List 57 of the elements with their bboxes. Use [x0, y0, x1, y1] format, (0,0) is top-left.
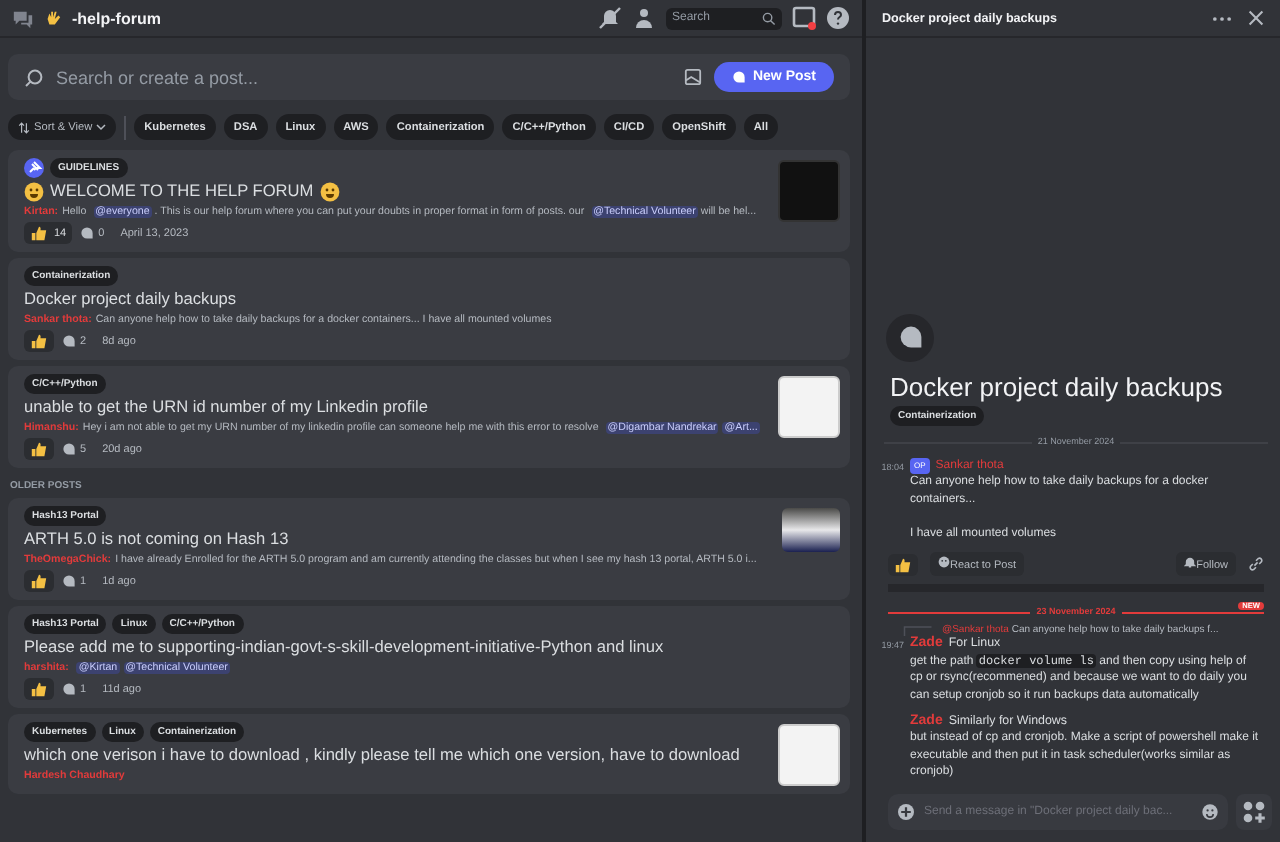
thumbs-up-icon — [30, 680, 48, 698]
post-title: Docker project daily backups — [24, 288, 237, 310]
like-reaction[interactable] — [24, 438, 54, 460]
close-icon[interactable] — [1248, 10, 1264, 26]
caret-icon — [96, 122, 107, 132]
comment-icon — [62, 682, 76, 696]
bell-icon — [1184, 556, 1197, 569]
post-title: unable to get the URN id number of my Linkedin profile — [24, 396, 429, 418]
post-title: Please add me to supporting-indian-govt-s-skill-development-initiative-Python and linux — [24, 636, 664, 658]
help-icon[interactable] — [826, 6, 850, 30]
chat-bubble-icon — [732, 70, 747, 84]
thumbs-up-icon — [30, 572, 48, 590]
forum-icon — [12, 7, 34, 29]
post-title: ARTH 5.0 is not coming on Hash 13 — [24, 528, 289, 550]
inbox-icon[interactable] — [792, 6, 816, 30]
members-icon[interactable] — [632, 6, 656, 30]
screen-thumbnail — [782, 508, 840, 552]
emoji-icon[interactable] — [1202, 804, 1218, 820]
apps-icon[interactable] — [1236, 794, 1272, 830]
comment-icon — [62, 574, 76, 588]
pin-icon — [24, 158, 44, 178]
comment-icon — [62, 334, 76, 348]
channel-name: -help-forum — [72, 9, 161, 27]
like-reaction[interactable] — [24, 678, 54, 700]
link-icon[interactable] — [1248, 556, 1264, 573]
like-reaction[interactable] — [24, 330, 54, 352]
post-title: WELCOME TO THE HELP FORUM — [50, 180, 314, 202]
post-title: which one verison i have to download , kindly please tell me which one version, have to download — [24, 744, 740, 766]
thumbs-up-icon — [894, 555, 912, 574]
notifications-muted-icon[interactable] — [598, 6, 622, 30]
smiley-icon — [24, 181, 44, 201]
like-reaction[interactable] — [888, 553, 918, 576]
post-card[interactable] — [8, 150, 850, 252]
smiley-icon — [319, 181, 340, 201]
reply-icon — [898, 624, 938, 637]
thread-title: Docker project daily backups — [890, 371, 1225, 402]
comment-icon — [80, 226, 95, 240]
thumbs-up-icon — [30, 440, 48, 458]
post-search-input[interactable]: Search or create a post... — [56, 67, 673, 87]
sort-icon — [18, 121, 30, 133]
search-icon — [24, 67, 44, 87]
poster-thumbnail — [778, 160, 840, 222]
thread-icon — [886, 313, 934, 362]
post-card[interactable] — [8, 498, 850, 600]
thumbs-up-icon — [30, 332, 48, 350]
like-reaction[interactable] — [24, 570, 54, 592]
search-icon — [762, 11, 776, 25]
image-icon[interactable] — [684, 68, 703, 86]
comment-icon — [62, 442, 76, 456]
document-thumbnail — [778, 724, 840, 786]
smiley-icon — [938, 556, 950, 569]
more-icon[interactable] — [1212, 15, 1232, 21]
add-icon[interactable] — [898, 804, 914, 820]
document-thumbnail — [778, 376, 840, 438]
thumbs-up-icon — [30, 224, 48, 242]
post-card[interactable] — [8, 366, 850, 468]
waving-hand-icon — [44, 9, 62, 27]
